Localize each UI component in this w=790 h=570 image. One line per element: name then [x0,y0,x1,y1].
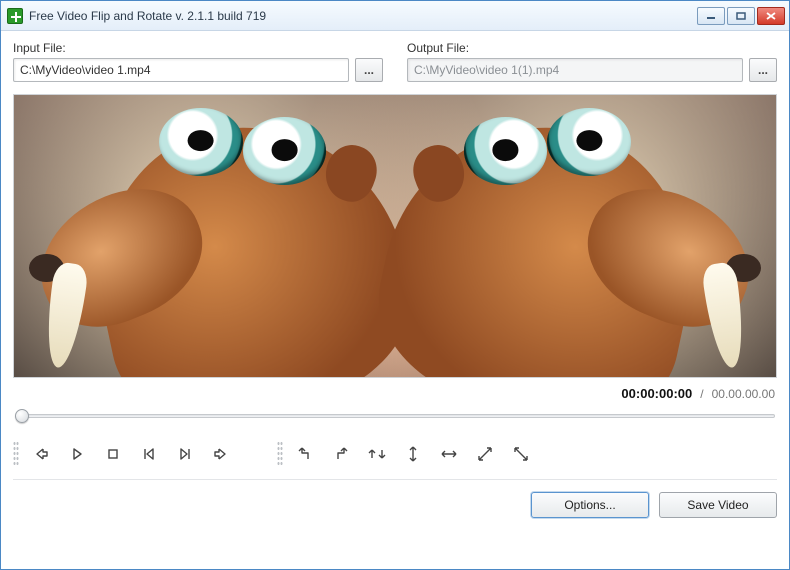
input-file-field[interactable]: C:\MyVideo\video 1.mp4 [13,58,349,82]
play-button[interactable] [61,439,93,469]
close-button[interactable] [757,7,785,25]
minimize-button[interactable] [697,7,725,25]
diagonal-trbl-icon [513,446,529,462]
app-icon [7,8,23,24]
time-display: 00:00:00:00 / 00.00.00.00 [13,386,777,401]
arrow-right-icon [213,447,229,461]
time-current: 00:00:00:00 [621,386,692,401]
stop-icon [107,448,119,460]
seek-thumb[interactable] [15,409,29,423]
rotate-180-icon [368,447,386,461]
next-frame-button[interactable] [205,439,237,469]
skip-end-button[interactable] [169,439,201,469]
flip-diagonal-1-button[interactable] [469,439,501,469]
arrow-left-icon [33,447,49,461]
skip-start-button[interactable] [133,439,165,469]
seek-slider[interactable] [15,407,775,425]
input-file-section: Input File: C:\MyVideo\video 1.mp4 ... [13,41,383,82]
file-row: Input File: C:\MyVideo\video 1.mp4 ... O… [13,41,777,82]
diagonal-tlbr-icon [477,446,493,462]
flip-vertical-icon [406,446,420,462]
options-button[interactable]: Options... [531,492,649,518]
stop-button[interactable] [97,439,129,469]
play-icon [71,448,83,460]
output-file-field[interactable]: C:\MyVideo\video 1(1).mp4 [407,58,743,82]
output-file-section: Output File: C:\MyVideo\video 1(1).mp4 .… [407,41,777,82]
flip-diagonal-2-button[interactable] [505,439,537,469]
time-separator: / [700,387,703,401]
close-icon [766,12,776,20]
rotate-ccw-button[interactable] [289,439,321,469]
preview-figure-left [14,94,395,378]
toolbar-grip-2[interactable] [277,441,283,467]
toolbar [13,431,777,480]
seek-track [15,414,775,418]
minimize-icon [706,12,716,20]
video-preview[interactable] [13,94,777,378]
save-video-button[interactable]: Save Video [659,492,777,518]
rotate-ccw-icon [297,446,313,462]
output-browse-button[interactable]: ... [749,58,777,82]
footer: Options... Save Video [13,480,777,518]
titlebar[interactable]: Free Video Flip and Rotate v. 2.1.1 buil… [1,1,789,31]
prev-frame-button[interactable] [25,439,57,469]
content-area: Input File: C:\MyVideo\video 1.mp4 ... O… [1,31,789,569]
maximize-button[interactable] [727,7,755,25]
rotate-cw-button[interactable] [325,439,357,469]
rotate-180-button[interactable] [361,439,393,469]
skip-start-icon [142,448,156,460]
time-total: 00.00.00.00 [712,387,775,401]
rotate-cw-icon [333,446,349,462]
maximize-icon [736,12,746,20]
flip-horizontal-button[interactable] [433,439,465,469]
skip-end-icon [178,448,192,460]
window-title: Free Video Flip and Rotate v. 2.1.1 buil… [29,9,695,23]
input-file-label: Input File: [13,41,383,55]
app-window: Free Video Flip and Rotate v. 2.1.1 buil… [0,0,790,570]
flip-vertical-button[interactable] [397,439,429,469]
input-browse-button[interactable]: ... [355,58,383,82]
preview-figure-right [395,94,776,378]
toolbar-grip[interactable] [13,441,19,467]
flip-horizontal-icon [441,447,457,461]
output-file-label: Output File: [407,41,777,55]
